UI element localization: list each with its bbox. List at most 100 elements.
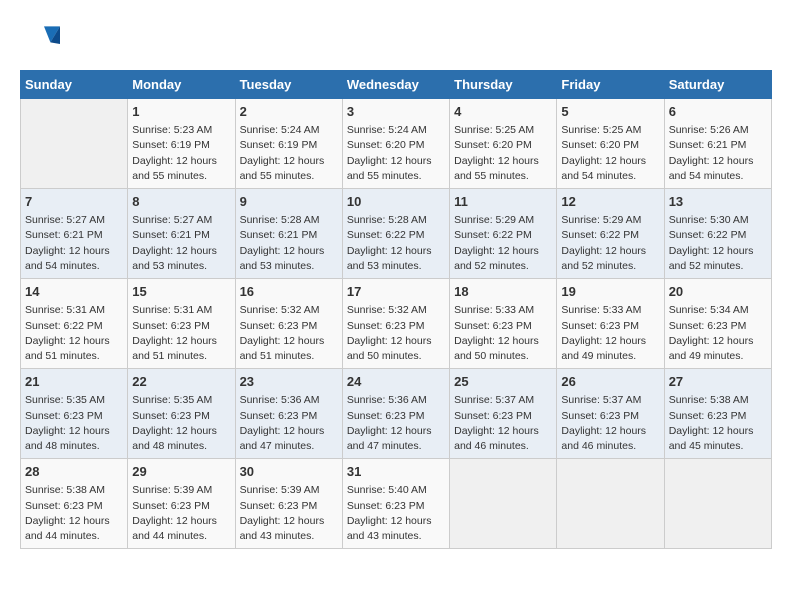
header-day-friday: Friday [557,71,664,99]
day-number: 1 [132,103,230,121]
logo [20,20,64,60]
day-number: 4 [454,103,552,121]
day-number: 30 [240,463,338,481]
day-info: Sunrise: 5:39 AMSunset: 6:23 PMDaylight:… [132,483,230,544]
day-info: Sunrise: 5:36 AMSunset: 6:23 PMDaylight:… [240,393,338,454]
day-info: Sunrise: 5:27 AMSunset: 6:21 PMDaylight:… [25,213,123,274]
week-row-4: 28Sunrise: 5:38 AMSunset: 6:23 PMDayligh… [21,459,772,549]
day-info: Sunrise: 5:23 AMSunset: 6:19 PMDaylight:… [132,123,230,184]
day-info: Sunrise: 5:29 AMSunset: 6:22 PMDaylight:… [561,213,659,274]
day-info: Sunrise: 5:37 AMSunset: 6:23 PMDaylight:… [454,393,552,454]
day-number: 2 [240,103,338,121]
calendar-cell: 28Sunrise: 5:38 AMSunset: 6:23 PMDayligh… [21,459,128,549]
day-number: 19 [561,283,659,301]
day-info: Sunrise: 5:30 AMSunset: 6:22 PMDaylight:… [669,213,767,274]
day-info: Sunrise: 5:40 AMSunset: 6:23 PMDaylight:… [347,483,445,544]
day-info: Sunrise: 5:29 AMSunset: 6:22 PMDaylight:… [454,213,552,274]
day-number: 11 [454,193,552,211]
calendar-cell: 6 Sunrise: 5:26 AMSunset: 6:21 PMDaylight… [664,99,771,189]
calendar-cell [21,99,128,189]
day-number: 17 [347,283,445,301]
week-row-2: 14 Sunrise: 5:31 AMSunset: 6:22 PMDayligh… [21,279,772,369]
calendar-cell: 13 Sunrise: 5:30 AMSunset: 6:22 PMDayligh… [664,189,771,279]
day-number: 7 [25,193,123,211]
calendar-cell [664,459,771,549]
calendar-cell: 5 Sunrise: 5:25 AMSunset: 6:20 PMDaylight… [557,99,664,189]
calendar-cell: 3 Sunrise: 5:24 AMSunset: 6:20 PMDaylight… [342,99,449,189]
calendar-cell: 14 Sunrise: 5:31 AMSunset: 6:22 PMDayligh… [21,279,128,369]
day-number: 18 [454,283,552,301]
week-row-0: 1 Sunrise: 5:23 AMSunset: 6:19 PMDaylight… [21,99,772,189]
day-info: Sunrise: 5:28 AMSunset: 6:21 PMDaylight:… [240,213,338,274]
day-number: 13 [669,193,767,211]
day-number: 31 [347,463,445,481]
calendar-cell [450,459,557,549]
day-number: 22 [132,373,230,391]
calendar-cell: 29 Sunrise: 5:39 AMSunset: 6:23 PMDayligh… [128,459,235,549]
calendar-cell: 1 Sunrise: 5:23 AMSunset: 6:19 PMDaylight… [128,99,235,189]
day-info: Sunrise: 5:31 AMSunset: 6:22 PMDaylight:… [25,303,123,364]
calendar-cell [557,459,664,549]
calendar-cell: 2 Sunrise: 5:24 AMSunset: 6:19 PMDaylight… [235,99,342,189]
calendar-cell: 8Sunrise: 5:27 AMSunset: 6:21 PMDaylight… [128,189,235,279]
day-info: Sunrise: 5:36 AMSunset: 6:23 PMDaylight:… [347,393,445,454]
calendar-cell: 27 Sunrise: 5:38 AMSunset: 6:23 PMDayligh… [664,369,771,459]
day-info: Sunrise: 5:24 AMSunset: 6:20 PMDaylight:… [347,123,445,184]
header-day-sunday: Sunday [21,71,128,99]
day-info: Sunrise: 5:32 AMSunset: 6:23 PMDaylight:… [347,303,445,364]
day-info: Sunrise: 5:32 AMSunset: 6:23 PMDaylight:… [240,303,338,364]
calendar-cell: 17 Sunrise: 5:32 AMSunset: 6:23 PMDayligh… [342,279,449,369]
day-info: Sunrise: 5:35 AMSunset: 6:23 PMDaylight:… [132,393,230,454]
day-info: Sunrise: 5:25 AMSunset: 6:20 PMDaylight:… [454,123,552,184]
calendar-body: 1 Sunrise: 5:23 AMSunset: 6:19 PMDaylight… [21,99,772,549]
header-day-monday: Monday [128,71,235,99]
calendar-cell: 22 Sunrise: 5:35 AMSunset: 6:23 PMDayligh… [128,369,235,459]
day-number: 25 [454,373,552,391]
day-number: 20 [669,283,767,301]
calendar-cell: 19 Sunrise: 5:33 AMSunset: 6:23 PMDayligh… [557,279,664,369]
day-number: 8 [132,193,230,211]
day-info: Sunrise: 5:38 AMSunset: 6:23 PMDaylight:… [669,393,767,454]
calendar-cell: 25 Sunrise: 5:37 AMSunset: 6:23 PMDayligh… [450,369,557,459]
day-info: Sunrise: 5:39 AMSunset: 6:23 PMDaylight:… [240,483,338,544]
day-number: 14 [25,283,123,301]
day-number: 16 [240,283,338,301]
day-info: Sunrise: 5:34 AMSunset: 6:23 PMDaylight:… [669,303,767,364]
calendar-cell: 30 Sunrise: 5:39 AMSunset: 6:23 PMDayligh… [235,459,342,549]
day-number: 23 [240,373,338,391]
calendar-cell: 31 Sunrise: 5:40 AMSunset: 6:23 PMDayligh… [342,459,449,549]
header-day-wednesday: Wednesday [342,71,449,99]
calendar-cell: 7 Sunrise: 5:27 AMSunset: 6:21 PMDaylight… [21,189,128,279]
calendar-cell: 21 Sunrise: 5:35 AMSunset: 6:23 PMDayligh… [21,369,128,459]
day-number: 5 [561,103,659,121]
week-row-1: 7 Sunrise: 5:27 AMSunset: 6:21 PMDaylight… [21,189,772,279]
day-number: 26 [561,373,659,391]
day-number: 12 [561,193,659,211]
logo-icon [20,20,60,60]
calendar-cell: 16 Sunrise: 5:32 AMSunset: 6:23 PMDayligh… [235,279,342,369]
day-info: Sunrise: 5:33 AMSunset: 6:23 PMDaylight:… [454,303,552,364]
calendar-cell: 9Sunrise: 5:28 AMSunset: 6:21 PMDaylight… [235,189,342,279]
day-number: 29 [132,463,230,481]
day-info: Sunrise: 5:33 AMSunset: 6:23 PMDaylight:… [561,303,659,364]
header-day-saturday: Saturday [664,71,771,99]
day-info: Sunrise: 5:26 AMSunset: 6:21 PMDaylight:… [669,123,767,184]
header-day-thursday: Thursday [450,71,557,99]
day-info: Sunrise: 5:24 AMSunset: 6:19 PMDaylight:… [240,123,338,184]
day-number: 24 [347,373,445,391]
day-number: 10 [347,193,445,211]
header-row: SundayMondayTuesdayWednesdayThursdayFrid… [21,71,772,99]
calendar-cell: 24 Sunrise: 5:36 AMSunset: 6:23 PMDayligh… [342,369,449,459]
calendar-cell: 26Sunrise: 5:37 AMSunset: 6:23 PMDayligh… [557,369,664,459]
day-number: 21 [25,373,123,391]
day-number: 3 [347,103,445,121]
calendar-cell: 10Sunrise: 5:28 AMSunset: 6:22 PMDayligh… [342,189,449,279]
day-info: Sunrise: 5:35 AMSunset: 6:23 PMDaylight:… [25,393,123,454]
calendar-cell: 4 Sunrise: 5:25 AMSunset: 6:20 PMDaylight… [450,99,557,189]
day-number: 27 [669,373,767,391]
calendar-cell: 11 Sunrise: 5:29 AMSunset: 6:22 PMDayligh… [450,189,557,279]
day-info: Sunrise: 5:38 AMSunset: 6:23 PMDaylight:… [25,483,123,544]
day-number: 6 [669,103,767,121]
calendar-cell: 15Sunrise: 5:31 AMSunset: 6:23 PMDayligh… [128,279,235,369]
day-info: Sunrise: 5:25 AMSunset: 6:20 PMDaylight:… [561,123,659,184]
